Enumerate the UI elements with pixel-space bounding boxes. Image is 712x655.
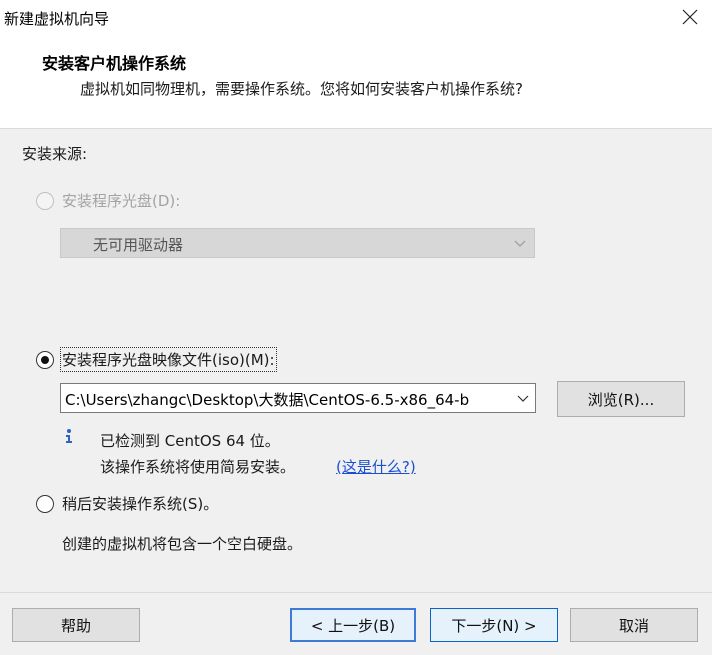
window-title: 新建虚拟机向导 xyxy=(4,10,110,28)
chevron-down-icon xyxy=(514,240,526,247)
radio-iso-image[interactable] xyxy=(36,351,54,369)
disc-drive-value: 无可用驱动器 xyxy=(93,236,184,254)
blank-disk-description: 创建的虚拟机将包含一个空白硬盘。 xyxy=(62,535,303,553)
wizard-footer: 帮助 < 上一步(B) 下一步(N) > 取消 xyxy=(0,592,712,655)
help-button[interactable]: 帮助 xyxy=(12,608,140,642)
disc-drive-select[interactable]: 无可用驱动器 xyxy=(60,228,535,258)
iso-path-dropdown[interactable] xyxy=(511,384,535,412)
close-button[interactable] xyxy=(668,0,712,34)
whats-this-link[interactable]: (这是什么?) xyxy=(336,456,416,477)
back-button[interactable]: < 上一步(B) xyxy=(290,608,416,642)
install-source-label: 安装来源: xyxy=(22,145,88,163)
browse-button[interactable]: 浏览(R)... xyxy=(557,381,685,417)
install-source-panel: 安装来源: 安装程序光盘(D): 无可用驱动器 安装程序光盘映像文件(iso)(… xyxy=(0,128,712,593)
next-button[interactable]: 下一步(N) > xyxy=(430,608,558,642)
radio-install-later[interactable] xyxy=(36,495,54,513)
close-icon xyxy=(682,9,698,25)
detected-os-text: 已检测到 CentOS 64 位。 xyxy=(100,432,280,450)
radio-install-later-label: 稍后安装操作系统(S)。 xyxy=(62,495,219,513)
cancel-button[interactable]: 取消 xyxy=(570,608,698,642)
info-icon xyxy=(66,429,72,443)
radio-installer-disc-label: 安装程序光盘(D): xyxy=(62,192,181,210)
title-bar: 新建虚拟机向导 xyxy=(0,0,712,34)
wizard-header: 安装客户机操作系统 虚拟机如同物理机，需要操作系统。您将如何安装客户机操作系统? xyxy=(0,34,712,129)
chevron-down-icon xyxy=(517,395,529,402)
page-subtitle: 虚拟机如同物理机，需要操作系统。您将如何安装客户机操作系统? xyxy=(80,80,523,98)
easy-install-text: 该操作系统将使用简易安装。 xyxy=(100,458,296,476)
radio-iso-image-label: 安装程序光盘映像文件(iso)(M): xyxy=(60,347,277,372)
page-title: 安装客户机操作系统 xyxy=(42,54,187,73)
radio-installer-disc[interactable] xyxy=(36,192,54,210)
iso-path-combobox[interactable]: C:\Users\zhangc\Desktop\大数据\CentOS-6.5-x… xyxy=(60,383,536,413)
iso-path-value: C:\Users\zhangc\Desktop\大数据\CentOS-6.5-x… xyxy=(65,391,470,409)
